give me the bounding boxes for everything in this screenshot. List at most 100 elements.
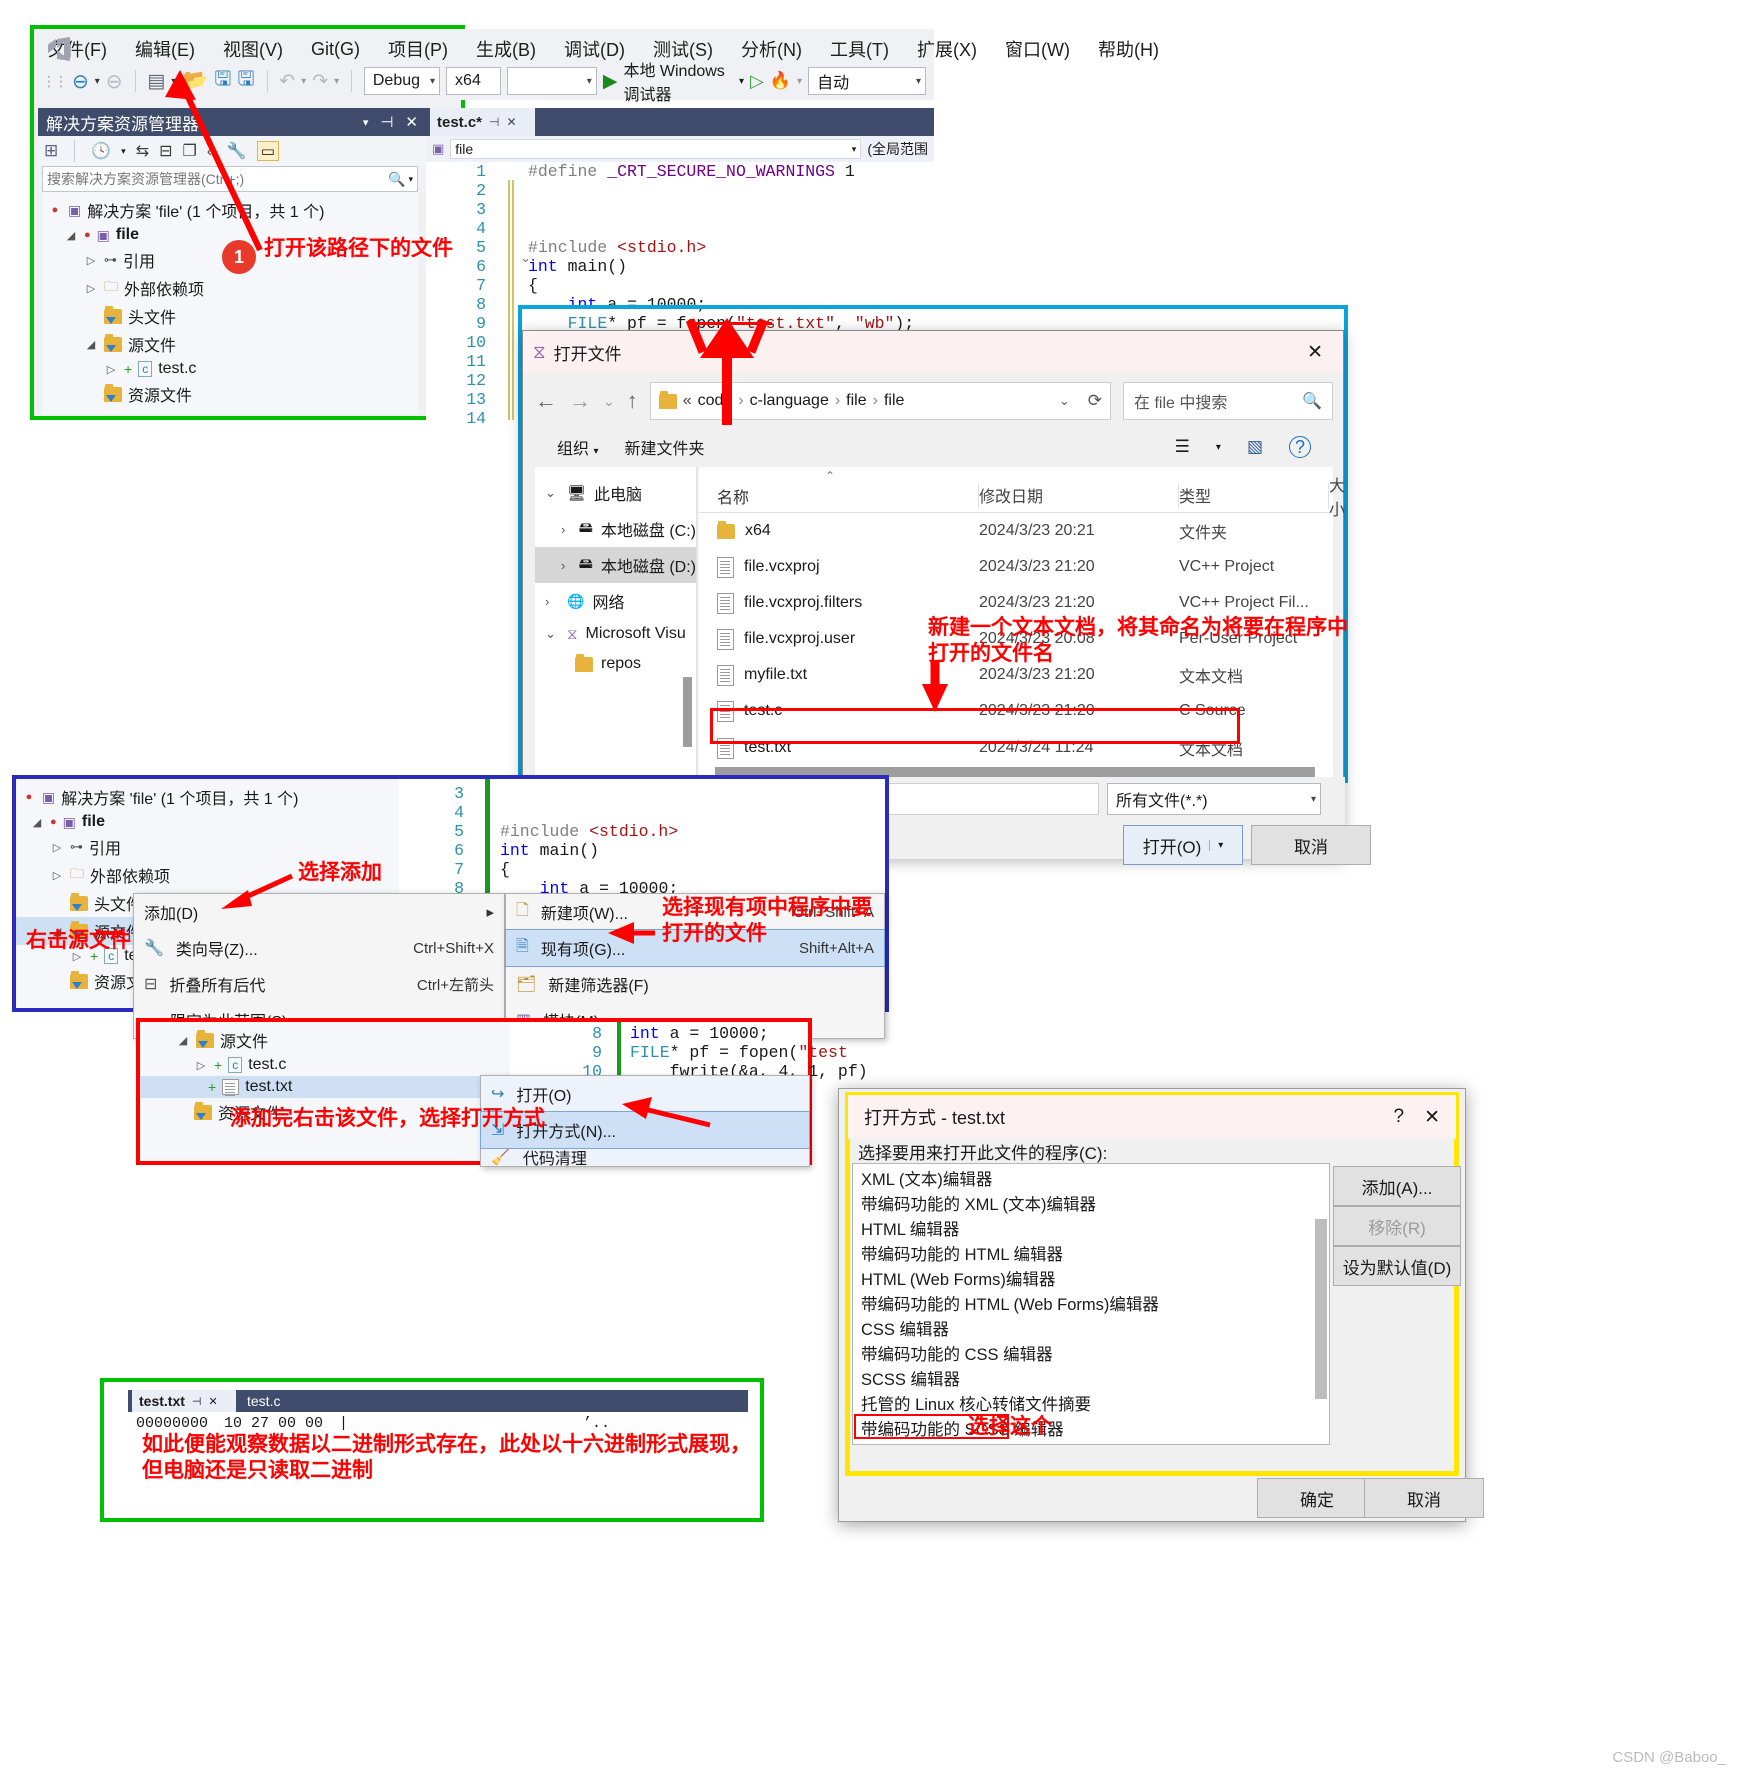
help-icon[interactable]: ? [1394,1106,1405,1128]
table-row[interactable]: x64 2024/3/23 20:21 文件夹 [699,513,1333,549]
tree-row-solution-2[interactable]: ● ▣ 解决方案 'file' (1 个项目，共 1 个) [22,783,393,811]
chevron-down-icon[interactable]: ▾ [852,144,857,155]
tab-close-icon[interactable]: ✕ [506,115,516,129]
cancel-button[interactable]: 取消 [1251,825,1371,865]
nav-item-drive-c[interactable]: › 🖴 本地磁盘 (C:) [535,511,696,547]
menu-item-build[interactable]: 生成(B) [462,36,550,62]
pending-dropdown-icon[interactable]: ▾ [121,146,126,157]
tree-row-header-files[interactable]: 头文件 [48,302,412,330]
tab-test-c[interactable]: test.c* ⊣ ✕ [430,108,535,136]
program-list[interactable]: XML (文本)编辑器 带编码功能的 XML (文本)编辑器 HTML 编辑器 … [852,1163,1330,1445]
redo-dropdown-icon[interactable]: ▾ [334,76,339,87]
menu-item-extensions[interactable]: 扩展(X) [903,36,991,62]
tab-close-icon[interactable]: ✕ [209,1395,218,1408]
close-icon[interactable]: ✕ [1424,1106,1440,1129]
pending-changes-icon[interactable]: 🕓 [91,141,111,161]
hot-reload-dropdown-icon[interactable]: ▾ [797,76,802,87]
filetype-filter-combo[interactable]: 所有文件(*.*) ▾ [1107,783,1321,815]
tree-expander-ext[interactable]: ▷ [84,282,98,295]
nav-item-network[interactable]: › 🌐 网络 [535,583,696,619]
view-mode-icon[interactable]: ☰ [1175,437,1190,457]
expander-icon[interactable]: ⌄ [545,485,559,501]
menu-item-window[interactable]: 窗口(W) [991,36,1084,62]
organize-button[interactable]: 组织 ▾ [557,435,599,459]
menu-item-git[interactable]: Git(G) [297,39,374,60]
refresh-icon[interactable]: ⟳ [1088,391,1102,411]
solution-config-combo[interactable]: Debug ▾ [363,67,441,95]
tree-row-test-c-3[interactable]: ▷ + c test.c [146,1054,504,1076]
expander-icon[interactable]: › [561,558,571,573]
column-name[interactable]: 名称 [699,482,979,509]
redo-icon[interactable]: ↷ [312,70,328,93]
address-bar[interactable]: « code › c-language › file › file ⌄ ⟳ [649,382,1111,420]
tree-row-solution[interactable]: ● ▣ 解决方案 'file' (1 个项目，共 1 个) [48,196,412,224]
collapse-marker-icon[interactable]: ⌄ [520,250,531,266]
menu-item-view[interactable]: 视图(V) [209,36,297,62]
menu-item-analyze[interactable]: 分析(N) [727,36,816,62]
tree-expander-project[interactable]: ◢ [64,229,78,242]
undo-icon[interactable]: ↶ [279,70,295,93]
list-item[interactable]: 记事本 [853,1443,1329,1444]
start-debug-icon[interactable]: ▶ [603,70,618,93]
file-menu-item-code-cleanup[interactable]: 🧹 代码清理 [481,1148,809,1166]
open-button[interactable]: 打开(O) ▾ [1123,825,1243,865]
breadcrumb-item[interactable]: code [698,392,733,410]
list-item[interactable]: 带编码功能的 XML (文本)编辑器 [853,1193,1329,1218]
back-icon[interactable]: ← [535,388,557,414]
column-date[interactable]: 修改日期 [979,482,1179,509]
navpane-scrollbar[interactable] [683,677,692,747]
tree-row-source-files-3[interactable]: ◢ 源文件 [146,1026,504,1054]
panel-pin-icon[interactable]: ⊣ [380,113,393,131]
tree-expander[interactable]: ◢ [30,816,44,829]
column-size[interactable]: 大小 [1329,472,1345,520]
undo-dropdown-icon[interactable]: ▾ [301,76,306,87]
save-icon[interactable]: 🖫 [214,64,231,98]
program-list-scrollbar[interactable] [1315,1219,1327,1399]
expander-icon[interactable]: › [545,594,559,609]
list-item[interactable]: HTML (Web Forms)编辑器 [853,1268,1329,1293]
hex-tab-other[interactable]: test.c [240,1390,287,1412]
list-item[interactable]: 带编码功能的 HTML 编辑器 [853,1243,1329,1268]
platform-combo[interactable]: x64 [446,67,502,95]
view-dropdown-icon[interactable]: ▾ [1216,442,1221,453]
menu-item-edit[interactable]: 编辑(E) [121,36,209,62]
new-dropdown-icon[interactable]: ▾ [171,76,176,87]
navbar-scope-combo[interactable]: file ▾ [450,139,862,159]
navigate-back-icon[interactable]: ⊖ [72,69,89,94]
list-item[interactable]: XML (文本)编辑器 [853,1168,1329,1193]
tree-expander[interactable]: ▷ [194,1059,208,1072]
nav-item-repos[interactable]: repos [535,649,696,679]
hex-tab-active[interactable]: test.txt ⊣ ✕ [132,1390,236,1412]
tree-expander-src[interactable]: ◢ [84,338,98,351]
tab-pin-icon[interactable]: ⊣ [489,115,499,129]
tree-row-resource-files[interactable]: 资源文件 [48,380,412,408]
platform-combo-2[interactable]: ▾ [507,67,597,95]
search-dropdown-icon[interactable]: ▾ [408,174,413,185]
context-menu-item-class-wizard[interactable]: 🔧 类向导(Z)... Ctrl+Shift+X [134,930,504,966]
panel-dropdown-icon[interactable]: ▾ [363,116,369,129]
new-project-icon[interactable]: ▤ [147,70,165,93]
up-icon[interactable]: ↑ [627,388,638,414]
solution-explorer-home-icon[interactable]: ⊞ [44,141,58,161]
context-menu-item-add[interactable]: 添加(D) ▸ [134,894,504,930]
search-icon[interactable]: 🔍 [388,171,405,188]
tree-row-external-deps[interactable]: ▷ 🗀 外部依赖项 [48,274,412,302]
sync-icon[interactable]: ⇆ [136,141,149,161]
list-item[interactable]: 带编码功能的 CSS 编辑器 [853,1343,1329,1368]
show-all-files-icon[interactable]: ‹› [207,143,217,160]
tree-row-test-c[interactable]: ▷ + c test.c [48,358,412,380]
search-input[interactable]: 搜索解决方案资源管理器(Ctrl+;) [47,169,388,189]
list-item[interactable]: 带编码功能的 HTML (Web Forms)编辑器 [853,1293,1329,1318]
openwith-cancel-button[interactable]: 取消 [1364,1478,1484,1518]
panel-close-icon[interactable]: ✕ [405,113,418,131]
back-dropdown-icon[interactable]: ▾ [95,76,100,87]
tree-expander[interactable]: ▷ [50,869,64,882]
forward-icon[interactable]: → [569,388,591,414]
debug-dropdown-icon[interactable]: ▾ [739,76,744,87]
tree-row-source-files[interactable]: ◢ 源文件 [48,330,412,358]
remove-program-button[interactable]: 移除(R) [1333,1206,1461,1246]
dialog-search-box[interactable]: 在 file 中搜索 🔍 [1123,382,1333,420]
save-all-icon[interactable]: 🖫 [237,64,254,98]
open-split-icon[interactable]: ▾ [1209,839,1223,851]
submenu-item-new-filter[interactable]: 🗂 新建筛选器(F) [506,966,884,1002]
